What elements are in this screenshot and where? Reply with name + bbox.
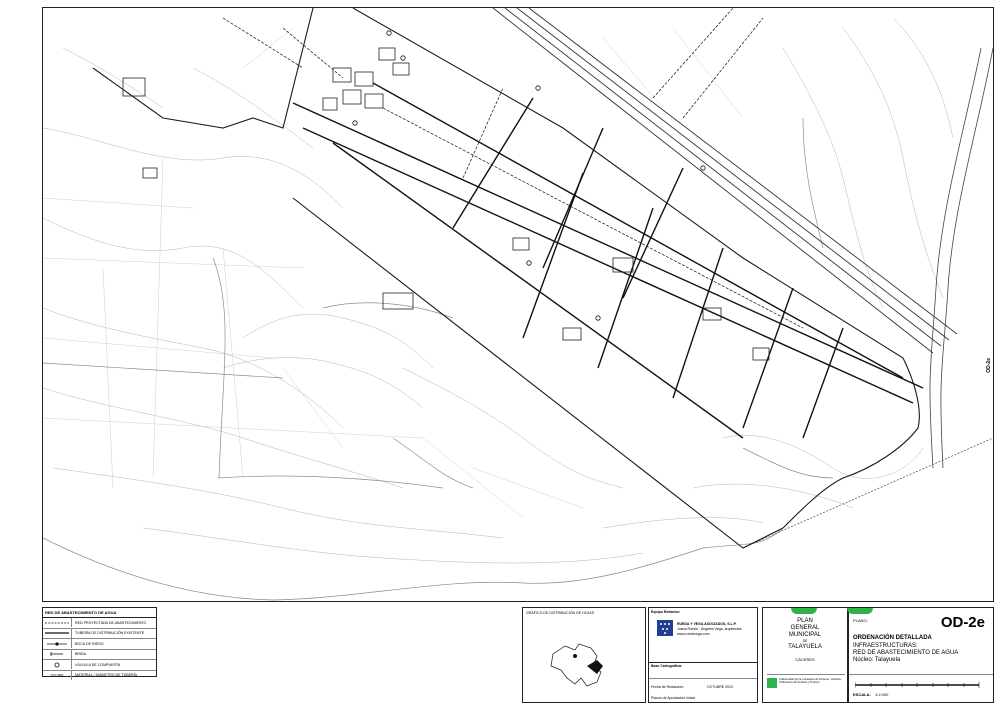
date-value: OCTUBRE 2013 <box>707 685 733 689</box>
municipal-boundary <box>92 8 920 549</box>
plano-label: PLANO: <box>853 618 868 623</box>
urban-blocks <box>122 47 770 361</box>
legend-row-material: PVC Ø90 MATERIAL / DIÁMETRO DE TUBERÍA <box>43 670 156 681</box>
legend-title: RED DE ABASTECIMIENTO DE AGUA <box>43 608 156 618</box>
legend-row-flange: BRIDA <box>43 649 156 660</box>
company-website[interactable]: www.ruedavega.com <box>677 632 710 636</box>
accent-dot <box>847 608 873 614</box>
urban-map-drawing <box>43 8 993 601</box>
company-logo-icon <box>657 620 673 636</box>
company-name: RUEDA Y VEGA ASOCIADOS, S.L.P. <box>677 622 737 626</box>
sheet-heading: ORDENACIÓN DETALLADA <box>853 635 932 641</box>
sheet-code-side-label: OD-2e <box>986 358 992 373</box>
project-team-panel: Equipo Redactor: RUEDA Y VEGA ASOCIADOS,… <box>648 607 758 703</box>
scale-label: ESCALA: <box>853 692 871 697</box>
divider <box>649 662 757 663</box>
date-label: Fecha de Redacción: <box>651 685 685 689</box>
legend-row-existing: TUBERÍA DE DISTRIBUCIÓN EXISTENTE <box>43 628 156 639</box>
material-symbol: PVC Ø90 <box>43 670 72 680</box>
regional-logo-icon <box>767 678 777 688</box>
eastern-road <box>929 47 993 469</box>
accent-dot <box>791 608 817 614</box>
legend-label: TUBERÍA DE DISTRIBUCIÓN EXISTENTE <box>75 631 145 636</box>
approval-label: Planos de Aprobación Inicial <box>651 696 695 700</box>
legend-label: BOCA DE RIEGO <box>75 641 104 646</box>
funding-note: Cofinanciado por la Consejería de Foment… <box>779 678 842 685</box>
railway-line <box>742 437 993 549</box>
sheet-code: OD-2e <box>940 614 985 631</box>
valve-markers <box>352 30 706 321</box>
plan-line-1: PLAN <box>797 618 813 624</box>
base-cartography-label: Base Cartográfica: <box>651 664 683 668</box>
legend-row-projected: RED PROYECTADA DE ABASTECIMIENTO <box>43 618 156 629</box>
divider <box>849 674 993 675</box>
sheet-distribution-graphic: GRÁFICO DE DISTRIBUCIÓN DE HOJAS <box>522 607 646 703</box>
divider <box>767 674 845 675</box>
plan-title-panel: PLAN GENERAL MUNICIPAL DE TALAYUELA CÁCE… <box>762 607 848 703</box>
sheet-subtitle-1: INFRAESTRUCTURAS: <box>853 643 918 649</box>
solid-line-symbol <box>43 628 72 638</box>
plan-line-3: MUNICIPAL <box>788 632 822 638</box>
map-sheet: OD-2e RED DE ABASTECIMIENTO DE AGUA RED … <box>0 0 1000 711</box>
highway-corridor <box>492 8 958 354</box>
team-label: Equipo Redactor: <box>651 610 681 614</box>
legend-row-valve: VÁLVULA DE COMPUERTA <box>43 660 156 671</box>
legend-label: BRIDA <box>75 652 86 657</box>
sheet-subtitle-3: Núcleo: Talayuela <box>853 657 901 663</box>
plan-town: TALAYUELA <box>788 644 822 650</box>
projected-water-network <box>222 8 804 329</box>
legend-label: MATERIAL / DIÁMETRO DE TUBERÍA <box>75 673 138 678</box>
main-water-network <box>292 82 924 439</box>
valve-symbol <box>43 660 72 670</box>
plan-province: CÁCERES <box>795 657 815 662</box>
distribution-map-icon <box>550 643 603 687</box>
dashed-line-symbol <box>43 618 72 628</box>
legend-row-hydrant: BOCA DE RIEGO <box>43 639 156 650</box>
material-symbol-text: PVC Ø90 <box>50 673 64 678</box>
graphic-scale-bar <box>855 682 980 688</box>
terrain-edge-line <box>43 527 784 601</box>
legend-panel: RED DE ABASTECIMIENTO DE AGUA RED PROYEC… <box>42 607 157 680</box>
architects: Juana Rueda · Ángeles Vega, arquitectas <box>677 627 742 631</box>
legend-label: RED PROYECTADA DE ABASTECIMIENTO <box>75 620 147 625</box>
flange-symbol <box>43 649 72 659</box>
sheet-subtitle-2: RED DE ABASTECIMIENTO DE AGUA <box>853 650 959 656</box>
sheet-title-panel: PLANO: OD-2e ORDENACIÓN DETALLADA INFRAE… <box>847 607 994 703</box>
hydrant-symbol <box>43 639 72 649</box>
plan-line-2: GENERAL <box>790 625 820 631</box>
distribution-graphic-title: GRÁFICO DE DISTRIBUCIÓN DE HOJAS <box>526 611 595 615</box>
map-frame[interactable]: OD-2e <box>42 7 994 602</box>
scale-value: 1:2.000 <box>875 692 889 697</box>
divider <box>649 678 757 679</box>
legend-label: VÁLVULA DE COMPUERTA <box>75 662 121 667</box>
secondary-roads <box>43 117 834 489</box>
